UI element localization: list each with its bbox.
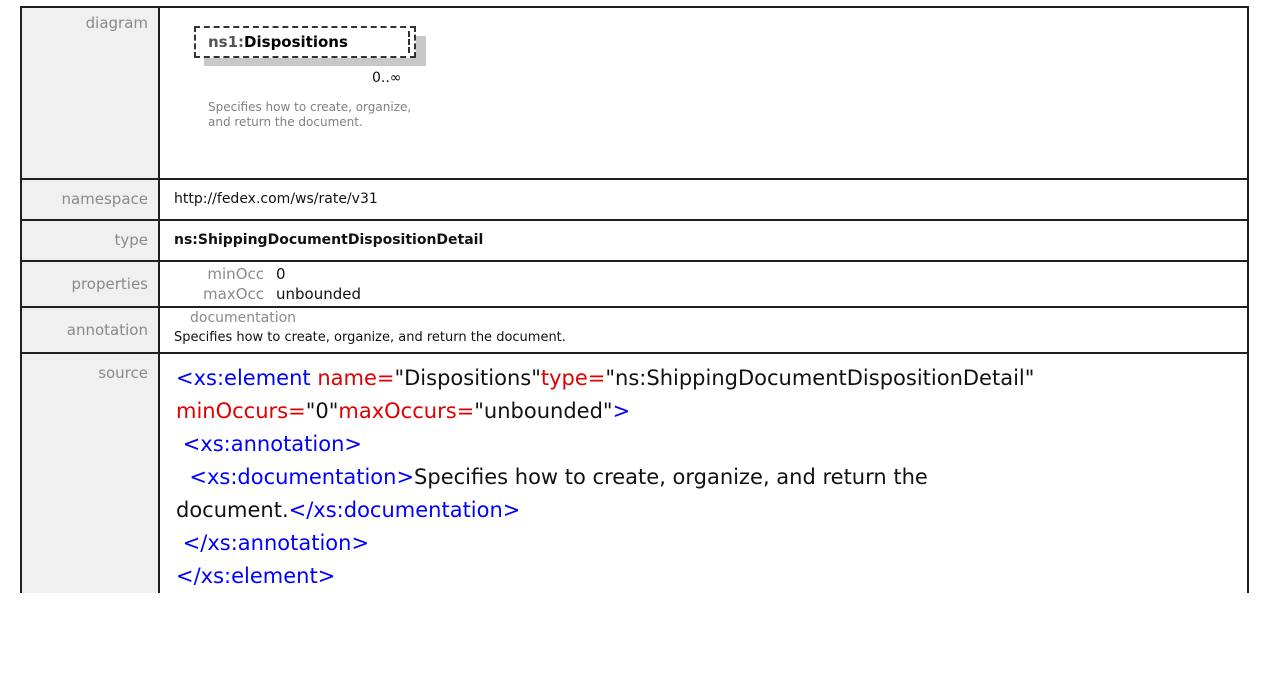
source-line-3: <xs:annotation> xyxy=(182,432,362,456)
namespace-value: http://fedex.com/ws/rate/v31 xyxy=(158,178,1249,221)
label-properties: properties xyxy=(20,260,160,308)
label-source: source xyxy=(20,352,160,593)
cardinality-label: 0..∞ xyxy=(372,70,402,86)
label-type: type xyxy=(20,219,160,262)
prop-min-key: minOcc xyxy=(207,265,264,283)
label-diagram: diagram xyxy=(20,6,160,180)
label-annotation: annotation xyxy=(20,306,160,354)
annotation-text: Specifies how to create, organize, and r… xyxy=(174,330,566,345)
node-name: Dispositions xyxy=(244,33,348,51)
properties-grid: minOcc 0 maxOcc unbounded xyxy=(184,262,1247,304)
row-annotation: annotation documentation Specifies how t… xyxy=(20,306,1249,354)
prop-max-key: maxOcc xyxy=(203,285,264,303)
source-line-6: </xs:annotation> xyxy=(182,531,370,555)
row-diagram: diagram ns1:Dispositions 0..∞ Specifies … xyxy=(20,6,1249,180)
properties-cell: minOcc 0 maxOcc unbounded xyxy=(158,260,1249,308)
source-code: <xs:element name="Dispositions"type="ns:… xyxy=(174,354,1247,593)
annotation-heading: documentation xyxy=(190,310,297,326)
type-value[interactable]: ns:ShippingDocumentDispositionDetail xyxy=(158,219,1249,262)
label-namespace: namespace xyxy=(20,178,160,221)
annotation-cell: documentation Specifies how to create, o… xyxy=(158,306,1249,354)
row-properties: properties minOcc 0 maxOcc unbounded xyxy=(20,260,1249,308)
source-line-4: <xs:documentation>Specifies how to creat… xyxy=(189,465,928,489)
source-line-2: minOccurs="0"maxOccurs="unbounded"> xyxy=(176,399,631,423)
prop-min-value: 0 xyxy=(276,265,286,283)
prop-max-value: unbounded xyxy=(276,285,361,303)
row-source: source <xs:element name="Dispositions"ty… xyxy=(20,352,1249,593)
element-node[interactable]: ns1:Dispositions xyxy=(194,26,416,58)
element-diagram: ns1:Dispositions 0..∞ Specifies how to c… xyxy=(194,26,434,176)
row-namespace: namespace http://fedex.com/ws/rate/v31 xyxy=(20,178,1249,221)
node-namespace-prefix: ns1: xyxy=(208,33,245,51)
diagram-annotation: Specifies how to create, organize, and r… xyxy=(208,100,412,129)
diagram-cell: ns1:Dispositions 0..∞ Specifies how to c… xyxy=(158,6,1249,180)
source-line-7: </xs:element> xyxy=(176,564,336,588)
row-type: type ns:ShippingDocumentDispositionDetai… xyxy=(20,219,1249,262)
source-line-1: <xs:element name="Dispositions"type="ns:… xyxy=(176,366,1035,390)
source-line-5: document.</xs:documentation> xyxy=(176,498,521,522)
element-properties-table: diagram ns1:Dispositions 0..∞ Specifies … xyxy=(20,6,1249,593)
node-repeat-marker xyxy=(408,31,410,53)
source-cell: <xs:element name="Dispositions"type="ns:… xyxy=(158,352,1249,593)
